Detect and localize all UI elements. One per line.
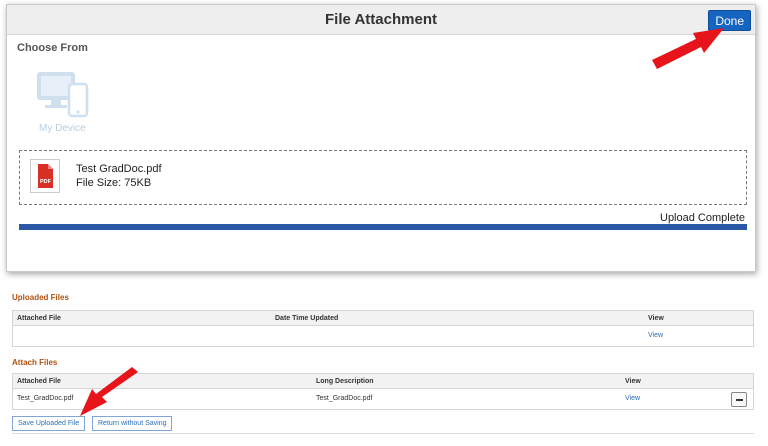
uploaded-files-title: Uploaded Files — [12, 293, 69, 302]
choose-from-label: Choose From — [17, 42, 88, 54]
pdf-icon-text: PDF — [40, 179, 52, 185]
file-attachment-modal: File Attachment Done Choose From My Devi… — [6, 4, 756, 272]
table-row: View — [13, 326, 753, 346]
column-header: View — [625, 378, 641, 385]
upload-progress-bar — [19, 224, 747, 230]
modal-header: File Attachment Done — [7, 5, 755, 35]
view-link[interactable]: View — [625, 395, 640, 402]
pdf-file-icon: PDF — [30, 159, 60, 193]
column-header: Attached File — [17, 315, 61, 322]
device-icon — [37, 72, 89, 118]
my-device-label: My Device — [39, 123, 86, 134]
modal-title: File Attachment — [325, 11, 437, 28]
divider — [12, 433, 754, 434]
attach-files-title: Attach Files — [12, 358, 58, 367]
grid-header: Attached File Date Time Updated View — [13, 311, 753, 326]
attached-file-cell: Test_GradDoc.pdf — [17, 395, 74, 402]
delete-row-button[interactable] — [731, 392, 747, 407]
my-device-option[interactable]: My Device — [33, 68, 93, 138]
uploaded-files-grid: Attached File Date Time Updated View Vie… — [12, 310, 754, 347]
upload-progress-fill — [20, 225, 746, 229]
column-header: Date Time Updated — [275, 315, 339, 322]
column-header: Long Description — [316, 378, 374, 385]
annotation-arrow-icon — [80, 367, 138, 416]
file-name: Test GradDoc.pdf — [76, 163, 162, 175]
file-dropzone[interactable]: PDF Test GradDoc.pdf File Size: 75KB — [19, 150, 747, 205]
long-description-cell: Test_GradDoc.pdf — [316, 395, 373, 402]
upload-status: Upload Complete — [660, 212, 745, 224]
view-link[interactable]: View — [648, 332, 663, 339]
column-header: Attached File — [17, 378, 61, 385]
annotation-arrow-icon — [652, 28, 724, 69]
file-size: File Size: 75KB — [76, 177, 152, 189]
column-header: View — [648, 315, 664, 322]
